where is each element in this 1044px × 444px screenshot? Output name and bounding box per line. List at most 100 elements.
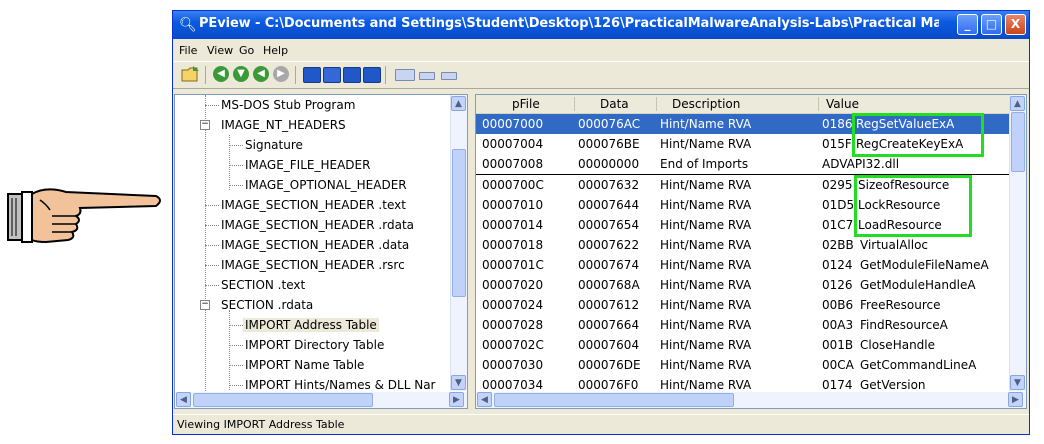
description-cell: Hint/Name RVA	[660, 338, 752, 352]
hint-cell: 00B6	[822, 298, 854, 312]
back-icon[interactable]: ◀	[213, 66, 229, 82]
scroll-left-icon[interactable]: ◀	[477, 392, 492, 407]
tree-vertical-scrollbar[interactable]: ▲ ▼	[450, 95, 467, 391]
column-header[interactable]: Data	[600, 97, 629, 111]
scroll-thumb[interactable]	[193, 393, 373, 407]
table-row[interactable]: 00007018 00007622 Hint/Name RVA 02BB Vir…	[476, 235, 1014, 255]
data-cell: 00000000	[578, 157, 640, 171]
collapse-icon[interactable]: −	[200, 120, 210, 130]
tree-item[interactable]: IMAGE_SECTION_HEADER .text	[221, 198, 406, 212]
scroll-left-icon[interactable]: ◀	[176, 392, 191, 407]
forward-icon[interactable]: ▼	[233, 66, 249, 82]
hint-cell: 01D5	[822, 198, 855, 212]
tree-item[interactable]: IMPORT Name Table	[245, 358, 364, 372]
tree-item[interactable]: IMAGE_SECTION_HEADER .rsrc	[221, 258, 405, 272]
description-cell: Hint/Name RVA	[660, 318, 752, 332]
menu-help[interactable]: Help	[263, 44, 288, 57]
scroll-thumb[interactable]	[452, 149, 466, 297]
data-cell: 00007654	[578, 218, 640, 232]
tree-item[interactable]: IMPORT Hints/Names & DLL Nar	[245, 378, 453, 392]
close-button[interactable]: X	[1005, 14, 1026, 35]
toolbar: ◀ ▼ ◀ ▶	[173, 61, 1029, 89]
rva-icon[interactable]	[441, 72, 457, 80]
tree-horizontal-scrollbar[interactable]: ◀ ▶	[175, 392, 467, 408]
file-offset-icon[interactable]	[419, 72, 435, 80]
column-header[interactable]: Value	[826, 97, 859, 111]
title-bar[interactable]: 🔍︎ PEview - C:\Documents and Settings\St…	[173, 11, 1029, 39]
maximize-button[interactable]: □	[981, 14, 1002, 35]
pfile-cell: 0000700C	[482, 178, 544, 192]
data-cell: 00007622	[578, 238, 640, 252]
table-row[interactable]: 00007008 00000000 End of Imports ADVAPI3…	[476, 154, 1014, 175]
description-cell: Hint/Name RVA	[660, 137, 752, 151]
table-vertical-scrollbar[interactable]: ▲ ▼	[1009, 95, 1026, 391]
table-row[interactable]: 00007020 0000768A Hint/Name RVA 0126 Get…	[476, 275, 1014, 295]
table-row[interactable]: 0000701C 00007674 Hint/Name RVA 0124 Get…	[476, 255, 1014, 275]
view-words-icon[interactable]	[323, 67, 341, 83]
value-cell: FindResourceA	[860, 318, 948, 332]
menu-view[interactable]: View	[207, 44, 233, 57]
tree-item[interactable]: SECTION .text	[221, 278, 305, 292]
menu-go[interactable]: Go	[239, 44, 254, 57]
table-row[interactable]: 00007030 000076DE Hint/Name RVA 00CA Get…	[476, 355, 1014, 375]
tree-item-selected[interactable]: IMPORT Address Table	[243, 318, 379, 332]
up-icon[interactable]: ◀	[253, 66, 269, 82]
pfile-cell: 0000702C	[482, 338, 544, 352]
next-icon[interactable]: ▶	[273, 66, 289, 82]
scroll-down-icon[interactable]: ▼	[1010, 375, 1025, 390]
peview-window: 🔍︎ PEview - C:\Documents and Settings\St…	[172, 10, 1030, 435]
tree-item[interactable]: IMPORT Directory Table	[245, 338, 384, 352]
pfile-cell: 00007014	[482, 218, 544, 232]
table-header: pFile Data Description Value	[476, 95, 1014, 114]
view-bytes-icon[interactable]	[303, 67, 321, 83]
menu-file[interactable]: File	[179, 44, 197, 57]
value-cell: GetModuleFileNameA	[860, 258, 989, 272]
scroll-right-icon[interactable]: ▶	[1008, 392, 1023, 407]
data-cell: 00007664	[578, 318, 640, 332]
hint-cell: 0295	[822, 178, 853, 192]
table-row[interactable]: 0000702C 00007604 Hint/Name RVA 001B Clo…	[476, 335, 1014, 355]
scroll-down-icon[interactable]: ▼	[451, 375, 466, 390]
open-folder-icon[interactable]	[181, 65, 201, 83]
column-header[interactable]: Description	[672, 97, 740, 111]
tree-item[interactable]: MS-DOS Stub Program	[221, 98, 355, 112]
data-cell: 0000768A	[578, 278, 640, 292]
column-header[interactable]: pFile	[512, 97, 540, 111]
scroll-up-icon[interactable]: ▲	[1010, 96, 1025, 111]
scroll-thumb[interactable]	[494, 393, 734, 407]
hint-cell: 001B	[822, 338, 854, 352]
hint-cell: 0186	[822, 117, 853, 131]
magnifier-icon: 🔍︎	[179, 17, 197, 33]
minimize-button[interactable]: _	[957, 14, 978, 35]
scroll-thumb[interactable]	[1011, 112, 1025, 172]
data-cell: 000076F0	[578, 378, 639, 392]
table-horizontal-scrollbar[interactable]: ◀ ▶	[476, 392, 1026, 408]
data-cell: 000076BE	[578, 137, 640, 151]
address-mode-icon[interactable]	[395, 69, 415, 81]
tree-item[interactable]: IMAGE_SECTION_HEADER .data	[221, 238, 409, 252]
tree-item[interactable]: IMAGE_SECTION_HEADER .rdata	[221, 218, 414, 232]
tree-item[interactable]: SECTION .rdata	[221, 298, 313, 312]
pfile-cell: 0000701C	[482, 258, 544, 272]
tree-item[interactable]: IMAGE_FILE_HEADER	[245, 158, 370, 172]
scroll-right-icon[interactable]: ▶	[449, 392, 464, 407]
tree-item[interactable]: Signature	[245, 138, 303, 152]
tree-pane[interactable]: − − MS-DOS Stub Program IMAGE_NT_HEADERS…	[174, 94, 468, 409]
window-title: PEview - C:\Documents and Settings\Stude…	[199, 16, 939, 31]
table-row[interactable]: 00007028 00007664 Hint/Name RVA 00A3 Fin…	[476, 315, 1014, 335]
view-qwords-icon[interactable]	[363, 67, 381, 83]
hint-cell: 01C7	[822, 218, 854, 232]
pfile-cell: 00007034	[482, 378, 544, 392]
table-row[interactable]: 00007024 00007612 Hint/Name RVA 00B6 Fre…	[476, 295, 1014, 315]
scroll-up-icon[interactable]: ▲	[451, 96, 466, 111]
value-cell: VirtualAlloc	[860, 238, 929, 252]
description-cell: Hint/Name RVA	[660, 258, 752, 272]
table-pane[interactable]: pFile Data Description Value 00007000 00…	[475, 94, 1027, 409]
description-cell: End of Imports	[660, 157, 749, 171]
hint-cell: 0174	[822, 378, 853, 392]
view-dwords-icon[interactable]	[343, 67, 361, 83]
collapse-icon[interactable]: −	[200, 300, 210, 310]
description-cell: Hint/Name RVA	[660, 278, 752, 292]
tree-item[interactable]: IMAGE_NT_HEADERS	[221, 118, 346, 132]
tree-item[interactable]: IMAGE_OPTIONAL_HEADER	[245, 178, 407, 192]
